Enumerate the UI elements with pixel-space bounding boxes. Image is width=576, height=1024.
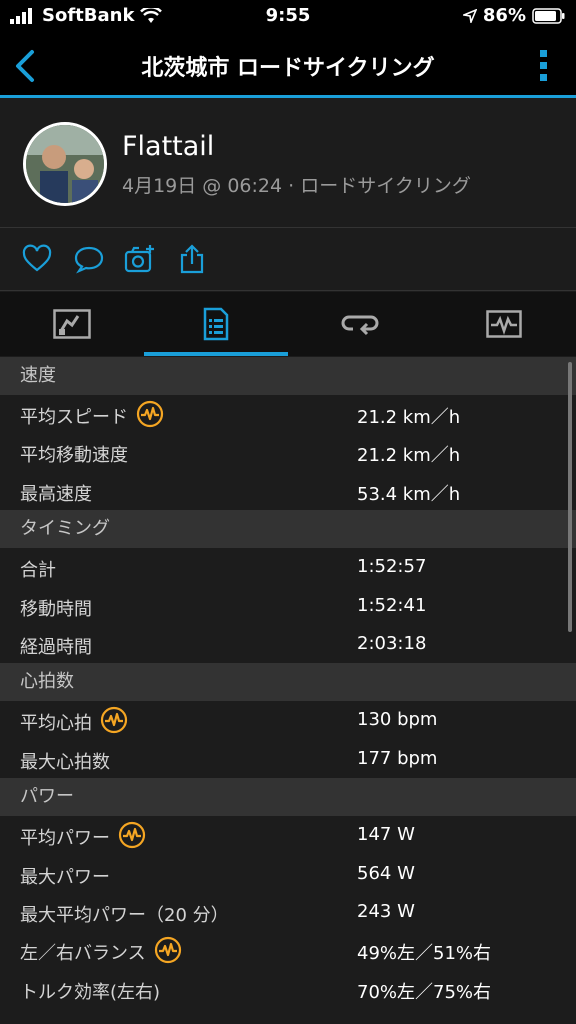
performance-badge-icon[interactable] <box>100 706 128 734</box>
stat-row: トルク効率(左右) 70%左／75%右 <box>0 970 576 1008</box>
add-photo-icon[interactable] <box>124 243 156 275</box>
tab-map[interactable] <box>0 292 144 356</box>
share-icon[interactable] <box>176 243 208 275</box>
status-right: 86% <box>462 5 566 26</box>
stat-label: 左／右バランス <box>20 936 182 965</box>
tab-charts[interactable] <box>432 292 576 356</box>
stats-list[interactable]: 速度平均スピード 21.2 km／h 平均移動速度 21.2 km／h 最高速度 53.4… <box>0 357 576 1024</box>
stat-label-text: トルク効率(左右) <box>20 981 161 1003</box>
stat-label: 移動時間 <box>20 595 92 621</box>
stat-row: 最高速度 53.4 km／h <box>0 472 576 510</box>
stat-row: 合計 1:52:57 <box>0 548 576 586</box>
stat-value: 243 W <box>357 900 415 922</box>
stat-label-text: 最大パワー <box>20 866 110 888</box>
stat-label: 最大パワー <box>20 863 110 889</box>
section-header: パワー <box>0 778 576 817</box>
comment-icon[interactable] <box>73 243 105 275</box>
section-header: タイミング <box>0 510 576 549</box>
stat-label-text: 経過時間 <box>20 636 92 658</box>
stat-label-text: 左／右バランス <box>20 943 146 965</box>
battery-percent: 86% <box>482 5 526 26</box>
stat-row: 最大心拍数 177 bpm <box>0 740 576 778</box>
stat-label-text: 最大心拍数 <box>20 751 110 773</box>
stat-label-text: 最大平均パワー（20 分） <box>20 904 229 926</box>
performance-badge-icon[interactable] <box>154 936 182 964</box>
tab-stats[interactable] <box>144 292 288 356</box>
stat-label-text: 平均移動速度 <box>20 445 128 467</box>
stat-row: 移動時間 1:52:41 <box>0 587 576 625</box>
stat-value: 177 bpm <box>357 747 438 769</box>
stat-value: 130 bpm <box>357 709 438 731</box>
activity-header: Flattail 4月19日 @ 06:24 · ロードサイクリング <box>0 101 576 228</box>
status-bar: SoftBank 9:55 86% <box>0 0 576 34</box>
stat-label: 平均スピード <box>20 400 164 429</box>
stat-value: 21.2 km／h <box>357 445 461 467</box>
stat-row: 最大平均パワー（20 分） 243 W <box>0 893 576 931</box>
stat-row: 左／右バランス 49%左／51%右 <box>0 931 576 969</box>
stat-label: 平均移動速度 <box>20 441 128 467</box>
stat-label: 経過時間 <box>20 633 92 659</box>
stat-value: 564 W <box>357 862 415 884</box>
stat-row: 最大パワー 564 W <box>0 855 576 893</box>
battery-icon <box>532 7 565 24</box>
avatar[interactable] <box>23 122 107 206</box>
stat-label-text: 平均パワー <box>20 828 110 850</box>
stat-value: 1:52:57 <box>357 556 427 578</box>
page-title: 北茨城市 ロードサイクリング <box>141 56 435 81</box>
map-icon <box>53 309 91 339</box>
tab-laps[interactable] <box>288 292 432 356</box>
performance-badge-icon[interactable] <box>136 400 164 428</box>
stat-label: 合計 <box>20 556 56 582</box>
activity-meta: 4月19日 @ 06:24 · ロードサイクリング <box>122 175 471 197</box>
stat-value: 1:52:41 <box>357 594 427 616</box>
stat-label-text: 合計 <box>20 560 56 582</box>
stat-row: 経過時間 2:03:18 <box>0 625 576 663</box>
scrollbar[interactable] <box>568 362 572 632</box>
stat-label-text: 最高速度 <box>20 483 92 505</box>
tab-bar <box>0 292 576 356</box>
stat-label: トルク効率(左右) <box>20 978 160 1004</box>
stat-label: 最高速度 <box>20 480 92 506</box>
stat-row: 平均スピード 21.2 km／h <box>0 395 576 433</box>
section-header: 心拍数 <box>0 663 576 702</box>
navigation-bar: 北茨城市 ロードサイクリング <box>0 34 576 98</box>
stat-row: 平均パワー 147 W <box>0 816 576 854</box>
stat-label: 最大平均パワー（20 分） <box>20 901 229 927</box>
stat-value: 70%左／75%右 <box>357 981 492 1003</box>
location-arrow-icon <box>462 8 477 23</box>
stat-label: 平均パワー <box>20 821 146 850</box>
stat-value: 147 W <box>357 824 415 846</box>
stat-label-text: 移動時間 <box>20 598 92 620</box>
laps-icon <box>341 315 379 336</box>
stat-value: 53.4 km／h <box>357 483 461 505</box>
heart-icon[interactable] <box>21 243 53 275</box>
action-bar <box>0 229 576 291</box>
stat-value: 49%左／51%右 <box>357 943 492 965</box>
user-name[interactable]: Flattail <box>122 131 214 162</box>
stat-value: 2:03:18 <box>357 632 427 654</box>
chart-icon <box>486 310 522 338</box>
avatar-photo <box>26 125 104 203</box>
stat-label: 最大心拍数 <box>20 748 110 774</box>
performance-badge-icon[interactable] <box>118 821 146 849</box>
stat-label-text: 平均心拍 <box>20 713 92 735</box>
stat-row: 平均移動速度 21.2 km／h <box>0 433 576 471</box>
back-arrow-icon[interactable] <box>10 46 40 86</box>
stats-list-icon <box>203 307 229 341</box>
section-header: 速度 <box>0 357 576 395</box>
more-options-icon[interactable] <box>538 48 550 84</box>
stat-label: 平均心拍 <box>20 706 128 735</box>
stat-label-text: 平均スピード <box>20 407 128 428</box>
stat-value: 21.2 km／h <box>357 407 461 428</box>
stat-row: 平均心拍 130 bpm <box>0 701 576 739</box>
